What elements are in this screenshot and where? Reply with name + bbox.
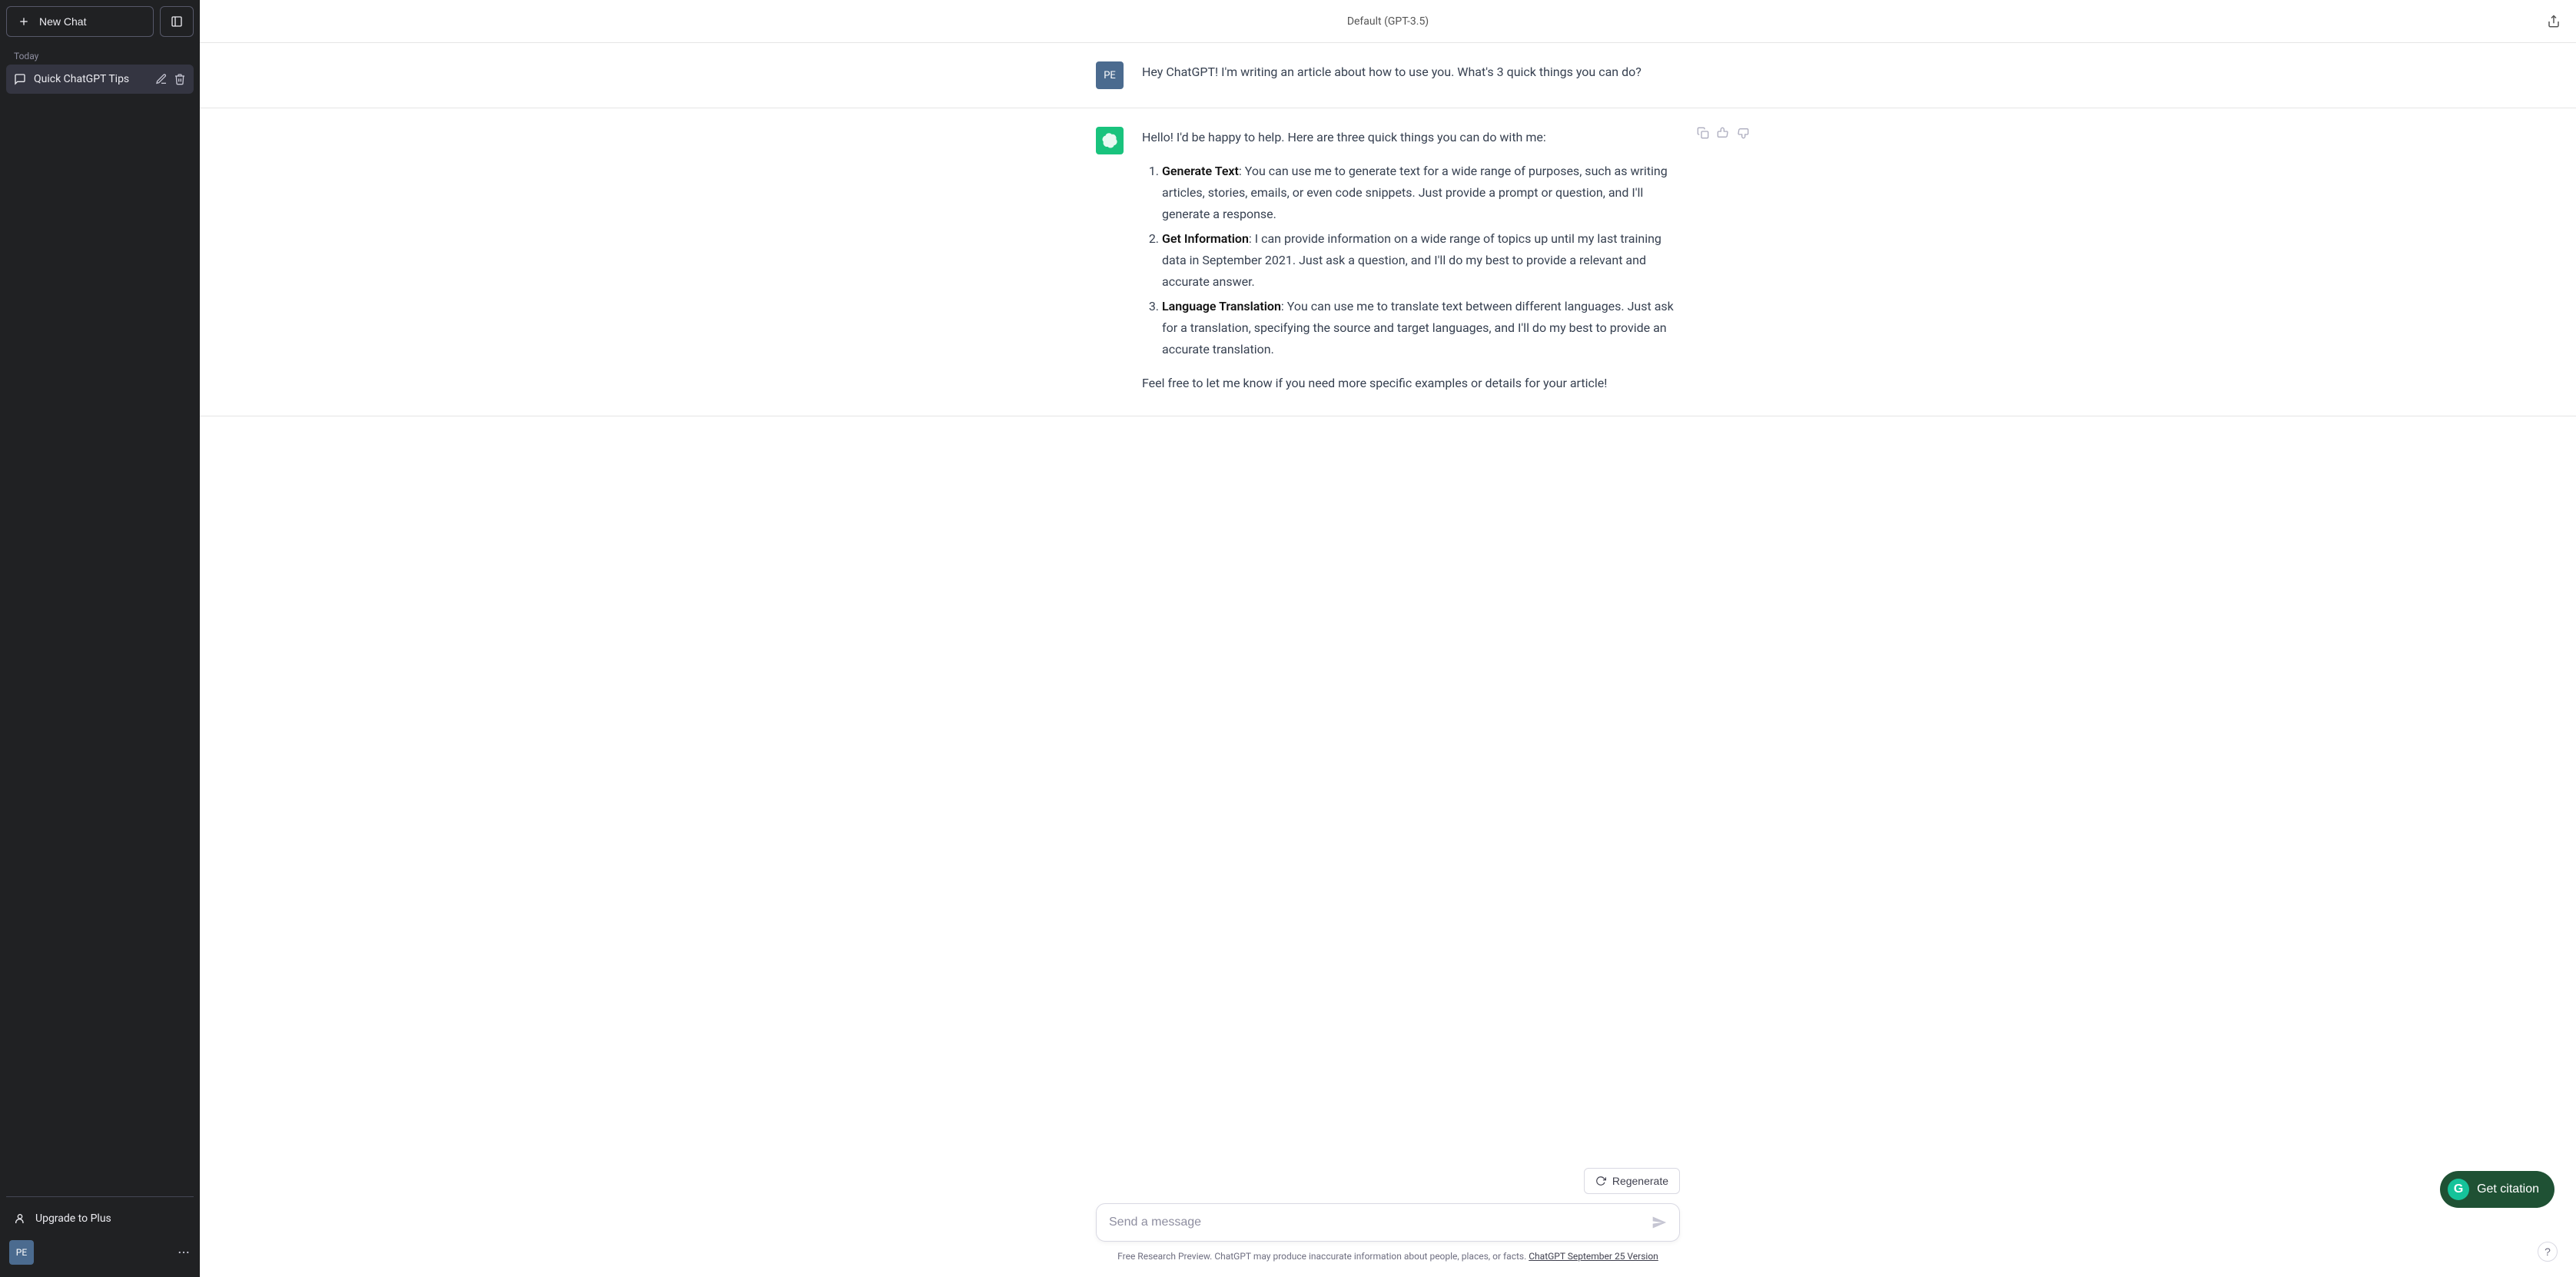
user-avatar: PE	[9, 1240, 34, 1265]
message-input[interactable]	[1109, 1216, 1651, 1229]
main-panel: Default (GPT-3.5) PE Hey ChatGPT! I'm wr…	[200, 0, 2576, 1277]
share-button[interactable]	[2547, 15, 2561, 28]
edit-icon[interactable]	[155, 73, 168, 85]
message-user: PE Hey ChatGPT! I'm writing an article a…	[200, 43, 2576, 108]
share-icon	[2547, 15, 2561, 28]
refresh-icon	[1595, 1176, 1606, 1186]
conversation-header: Default (GPT-3.5)	[200, 0, 2576, 43]
sidebar-panel-icon	[171, 15, 183, 28]
user-menu[interactable]: PE	[6, 1234, 194, 1271]
assistant-intro: Hello! I'd be happy to help. Here are th…	[1142, 127, 1680, 148]
message-assistant: Hello! I'd be happy to help. Here are th…	[200, 108, 2576, 416]
message-actions	[1697, 127, 1749, 139]
disclaimer: Free Research Preview. ChatGPT may produ…	[1117, 1251, 1658, 1262]
chat-bubble-icon	[14, 73, 26, 85]
upgrade-label: Upgrade to Plus	[35, 1212, 111, 1225]
assistant-message-text: Hello! I'd be happy to help. Here are th…	[1142, 127, 1680, 397]
assistant-avatar	[1096, 127, 1124, 154]
get-citation-button[interactable]: G Get citation	[2440, 1171, 2554, 1208]
more-icon	[177, 1245, 191, 1259]
thumbs-down-icon[interactable]	[1737, 127, 1749, 139]
copy-icon[interactable]	[1697, 127, 1709, 139]
composer-area: Regenerate Free Research Preview. ChatGP…	[200, 1168, 2576, 1277]
chat-history-item[interactable]: Quick ChatGPT Tips	[6, 65, 194, 94]
help-button[interactable]: ?	[2538, 1242, 2558, 1262]
plus-icon	[18, 15, 30, 28]
person-icon	[14, 1212, 26, 1225]
list-item: Get Information: I can provide informati…	[1162, 228, 1680, 293]
send-button[interactable]	[1651, 1215, 1667, 1230]
list-item: Generate Text: You can use me to generat…	[1162, 161, 1680, 225]
sidebar-section-label: Today	[6, 46, 194, 65]
sidebar: New Chat Today Quick ChatGPT Tips	[0, 0, 200, 1277]
model-name: Default (GPT-3.5)	[1347, 15, 1429, 28]
new-chat-button[interactable]: New Chat	[6, 6, 154, 37]
new-chat-label: New Chat	[39, 15, 86, 28]
thumbs-up-icon[interactable]	[1717, 127, 1729, 139]
help-icon: ?	[2544, 1245, 2551, 1258]
messages-scroll[interactable]: PE Hey ChatGPT! I'm writing an article a…	[200, 43, 2576, 1168]
regenerate-button[interactable]: Regenerate	[1584, 1168, 1680, 1194]
regenerate-label: Regenerate	[1612, 1175, 1668, 1187]
citation-label: Get citation	[2477, 1182, 2539, 1196]
version-link[interactable]: ChatGPT September 25 Version	[1529, 1251, 1658, 1262]
send-icon	[1651, 1215, 1667, 1230]
citation-badge: G	[2448, 1179, 2469, 1200]
trash-icon[interactable]	[174, 73, 186, 85]
collapse-sidebar-button[interactable]	[160, 6, 194, 37]
user-message-avatar: PE	[1096, 61, 1124, 89]
list-item: Language Translation: You can use me to …	[1162, 296, 1680, 360]
message-input-box	[1096, 1203, 1680, 1242]
upgrade-to-plus[interactable]: Upgrade to Plus	[6, 1203, 194, 1234]
user-message-text: Hey ChatGPT! I'm writing an article abou…	[1142, 61, 1680, 89]
chat-item-title: Quick ChatGPT Tips	[34, 73, 148, 85]
assistant-outro: Feel free to let me know if you need mor…	[1142, 373, 1680, 394]
